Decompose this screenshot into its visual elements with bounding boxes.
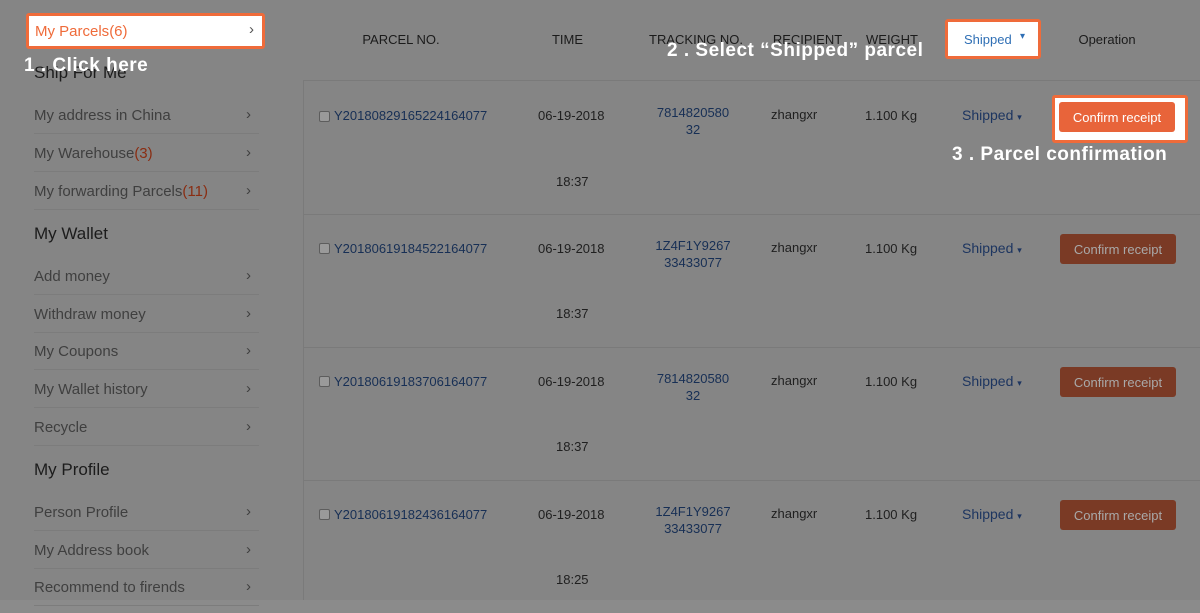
parcel-time: 18:37 <box>556 439 589 454</box>
callout-step-2: 2 . Select “Shipped” parcel <box>667 40 924 61</box>
tracking-number-link[interactable]: 1Z4F1Y9267 33433077 <box>643 503 743 537</box>
chevron-right-icon: › <box>246 380 251 397</box>
profile-heading: My Profile <box>34 460 110 479</box>
chevron-right-icon: › <box>249 21 254 38</box>
parcel-date: 06-19-2018 <box>538 108 605 123</box>
confirm-receipt-button[interactable]: Confirm receipt <box>1060 367 1176 397</box>
recipient-name: zhangxr <box>771 240 818 255</box>
parcel-weight: 1.100 Kg <box>865 507 918 522</box>
sidebar-item-recycle[interactable]: Recycle › <box>34 409 259 446</box>
sidebar-item-forwarding-parcels[interactable]: My forwarding Parcels (11) › <box>34 173 259 210</box>
status-filter-value: Shipped <box>964 32 1012 47</box>
parcel-date: 06-19-2018 <box>538 507 605 522</box>
chevron-right-icon: › <box>246 106 251 123</box>
row-checkbox[interactable] <box>319 111 330 122</box>
parcel-number-link[interactable]: Y20180619183706164077 <box>334 374 487 389</box>
sidebar-item-label: Person Profile <box>34 503 129 521</box>
parcel-time: 18:37 <box>556 174 589 189</box>
sidebar-item-label: My Warehouse <box>34 144 135 162</box>
chevron-right-icon: › <box>246 144 251 161</box>
parcel-number-link[interactable]: Y20180619182436164077 <box>334 507 487 522</box>
caret-down-icon: ▾ <box>1020 31 1026 42</box>
chevron-right-icon: › <box>246 541 251 558</box>
caret-down-icon: ▾ <box>1017 245 1022 255</box>
wallet-heading: My Wallet <box>34 224 108 243</box>
caret-down-icon: ▾ <box>1017 112 1022 122</box>
chevron-right-icon: › <box>246 503 251 520</box>
chevron-right-icon: › <box>246 267 251 284</box>
sidebar-item-add-money[interactable]: Add money › <box>34 258 259 295</box>
sidebar-item-label: My forwarding Parcels <box>34 182 183 200</box>
header-parcel-no: PARCEL NO. <box>362 32 440 47</box>
parcel-weight: 1.100 Kg <box>865 241 918 256</box>
parcel-date: 06-19-2018 <box>538 241 605 256</box>
confirm-receipt-button[interactable]: Confirm receipt <box>1060 234 1176 264</box>
chevron-right-icon: › <box>246 182 251 199</box>
sidebar-item-label: My Wallet history <box>34 380 148 398</box>
divider <box>303 80 1200 81</box>
parcel-time: 18:25 <box>556 572 589 587</box>
my-parcels-label: My Parcels(6) <box>35 23 128 40</box>
sidebar: Ship For Me My address in China › My War… <box>0 0 282 606</box>
sidebar-item-warehouse[interactable]: My Warehouse (3) › <box>34 135 259 172</box>
sidebar-item-withdraw-money[interactable]: Withdraw money › <box>34 296 259 333</box>
parcel-weight: 1.100 Kg <box>865 374 918 389</box>
callout-step-1: 1 . Click here <box>24 55 149 76</box>
header-time: TIME <box>551 32 584 47</box>
chevron-right-icon: › <box>246 418 251 435</box>
sidebar-item-wallet-history[interactable]: My Wallet history › <box>34 371 259 408</box>
parcel-number-link[interactable]: Y20180829165224164077 <box>334 108 487 123</box>
table-row: Y20180619183706164077 06-19-2018 18:37 7… <box>303 348 1200 480</box>
caret-down-icon: ▾ <box>1017 511 1022 521</box>
sidebar-item-address-china[interactable]: My address in China › <box>34 97 259 134</box>
tracking-number-link[interactable]: 7814820580 32 <box>643 370 743 404</box>
sidebar-item-label: Recycle <box>34 418 88 436</box>
sidebar-item-recommend[interactable]: Recommend to firends › <box>34 569 259 606</box>
recipient-name: zhangxr <box>771 107 818 122</box>
sidebar-item-label: My address in China <box>34 106 171 124</box>
parcel-date: 06-19-2018 <box>538 374 605 389</box>
sidebar-item-label: My Address book <box>34 541 150 559</box>
status-dropdown[interactable]: Shipped ▾ <box>962 240 1022 256</box>
caret-down-icon: ▾ <box>1017 378 1022 388</box>
chevron-right-icon: › <box>246 305 251 322</box>
tracking-number-link[interactable]: 1Z4F1Y9267 33433077 <box>643 237 743 271</box>
status-filter-dropdown[interactable]: Shipped ▾ <box>945 19 1041 59</box>
chevron-right-icon: › <box>246 578 251 595</box>
row-checkbox[interactable] <box>319 376 330 387</box>
callout-step-3: 3 . Parcel confirmation <box>952 144 1168 165</box>
sidebar-item-label: Recommend to firends <box>34 578 185 596</box>
table-row: Y20180619184522164077 06-19-2018 18:37 1… <box>303 215 1200 347</box>
sidebar-item-label: Withdraw money <box>34 305 146 323</box>
my-parcels-button[interactable]: My Parcels(6) › <box>26 13 265 49</box>
tracking-number-link[interactable]: 7814820580 32 <box>643 104 743 138</box>
table-row: Y20180619182436164077 06-19-2018 18:25 1… <box>303 481 1200 613</box>
row-checkbox[interactable] <box>319 509 330 520</box>
parcel-time: 18:37 <box>556 306 589 321</box>
parcel-weight: 1.100 Kg <box>865 108 918 123</box>
forwarding-count: (11) <box>182 182 208 200</box>
warehouse-count: (3) <box>134 144 153 162</box>
status-dropdown[interactable]: Shipped ▾ <box>962 373 1022 389</box>
sidebar-item-label: My Coupons <box>34 342 119 360</box>
parcel-number-link[interactable]: Y20180619184522164077 <box>334 241 487 256</box>
status-dropdown[interactable]: Shipped ▾ <box>962 506 1022 522</box>
status-dropdown[interactable]: Shipped ▾ <box>962 107 1022 123</box>
recipient-name: zhangxr <box>771 506 818 521</box>
row-checkbox[interactable] <box>319 243 330 254</box>
chevron-right-icon: › <box>246 342 251 359</box>
confirm-highlight: Confirm receipt <box>1052 95 1188 143</box>
confirm-receipt-button[interactable]: Confirm receipt <box>1059 102 1175 132</box>
sidebar-item-address-book[interactable]: My Address book › <box>34 532 259 569</box>
sidebar-item-coupons[interactable]: My Coupons › <box>34 333 259 370</box>
recipient-name: zhangxr <box>771 373 818 388</box>
sidebar-item-label: Add money <box>34 267 110 285</box>
sidebar-item-person-profile[interactable]: Person Profile › <box>34 494 259 531</box>
header-operation: Operation <box>1078 32 1136 47</box>
confirm-receipt-button[interactable]: Confirm receipt <box>1060 500 1176 530</box>
